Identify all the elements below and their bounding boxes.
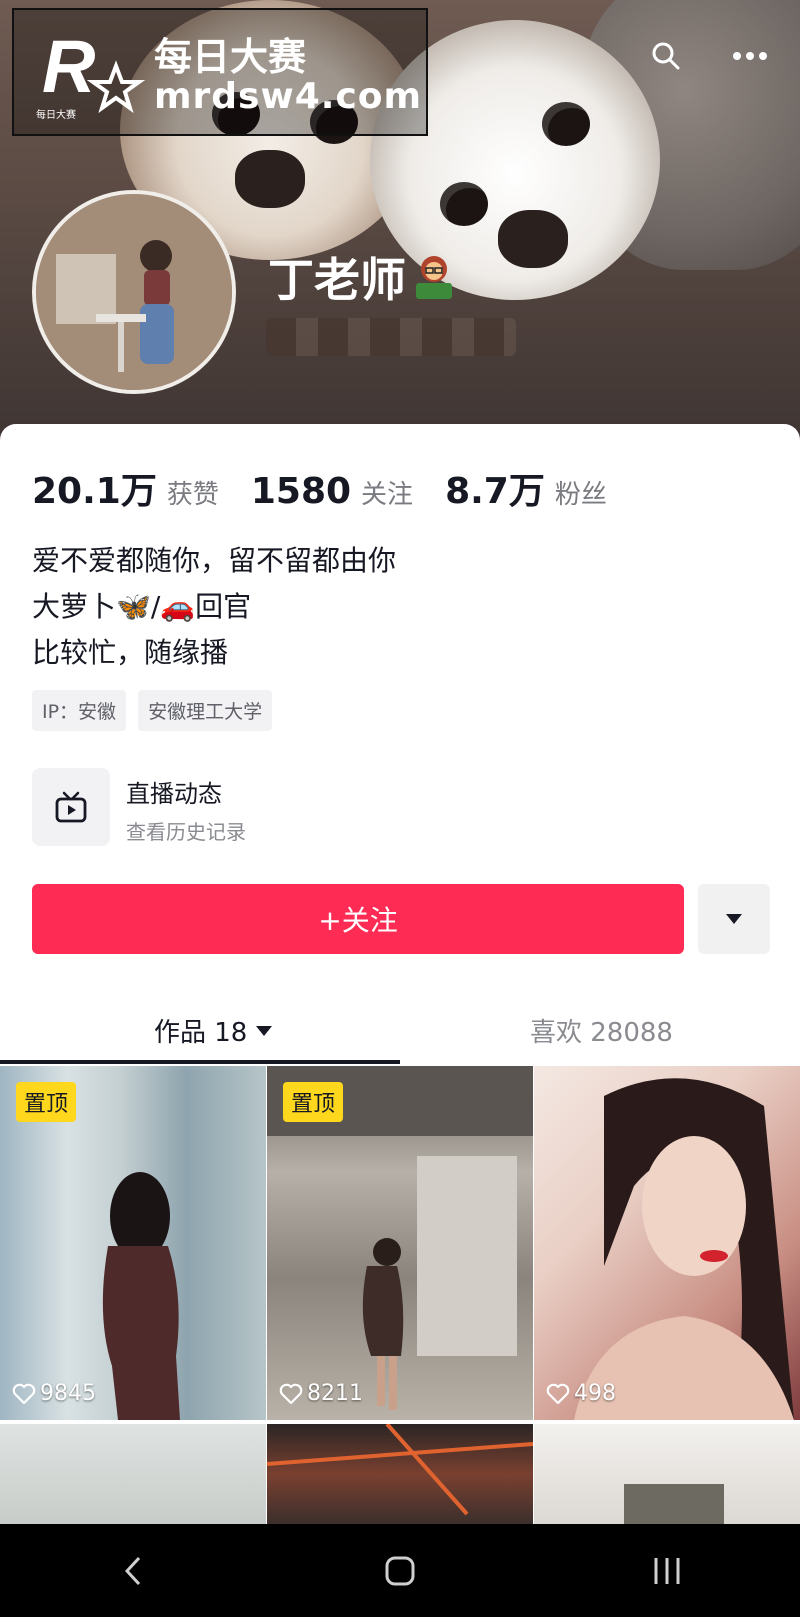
caret-down-icon (256, 1025, 273, 1036)
thumbnail-frame-icon (624, 1484, 724, 1524)
home-button[interactable] (370, 1541, 430, 1601)
avatar[interactable] (32, 190, 236, 394)
video-like-count: 498 (546, 1381, 616, 1406)
avatar-figure-icon (36, 194, 232, 390)
ip-tag: IP：安徽 (32, 690, 127, 731)
caret-down-icon (726, 914, 742, 924)
stat-label: 关注 (361, 480, 414, 510)
watermark-url: mrdsw4.com (154, 76, 423, 117)
profile-name-text: 丁老师 (268, 253, 406, 307)
more-icon (733, 52, 767, 60)
search-icon (652, 42, 680, 70)
thumbnail-lights-icon (267, 1424, 533, 1516)
profile-page: R 每日大赛 每日大赛 mrdsw4.com 丁老师 20.1万 获赞 1580… (0, 0, 800, 1617)
more-options-button[interactable] (730, 36, 770, 76)
tab-likes[interactable]: 喜欢 28088 (530, 1012, 673, 1049)
recents-icon (654, 1557, 680, 1584)
stat-followers[interactable]: 8.7万 粉丝 (445, 462, 607, 514)
live-history-button[interactable] (32, 768, 110, 846)
like-count-text: 9845 (40, 1381, 96, 1406)
top-bar-actions (646, 36, 770, 76)
blurred-subtitle (266, 318, 516, 356)
tab-works-label: 作品 18 (154, 1018, 248, 1048)
pinned-badge: 置顶 (16, 1082, 77, 1122)
recents-button[interactable] (637, 1541, 697, 1601)
bio-line: 比较忙，随缘播 (32, 636, 229, 669)
profile-cover: R 每日大赛 每日大赛 mrdsw4.com 丁老师 (0, 0, 800, 440)
profile-tabs: 作品 18 喜欢 28088 (0, 1000, 800, 1064)
heart-icon (546, 1383, 570, 1404)
stat-value: 1580 (250, 471, 352, 512)
stat-value: 20.1万 (32, 471, 157, 512)
school-tag[interactable]: 安徽理工大学 (138, 690, 273, 731)
bio-line: 大萝卜🦋/🚗回官 (32, 590, 252, 623)
follow-button[interactable]: +关注 (32, 884, 684, 954)
video-thumbnail[interactable] (534, 1424, 800, 1524)
pinned-badge: 置顶 (283, 1082, 344, 1122)
search-button[interactable] (646, 36, 686, 76)
stat-label: 粉丝 (554, 480, 607, 510)
video-thumbnail[interactable]: 498 (534, 1066, 800, 1420)
video-like-count: 9845 (12, 1381, 96, 1406)
tab-likes-label: 喜欢 28088 (530, 1018, 673, 1048)
heart-icon (279, 1383, 303, 1404)
live-tv-icon (55, 791, 87, 823)
video-grid: 置顶 9845 置顶 8211 498 (0, 1066, 800, 1524)
video-thumbnail[interactable] (0, 1424, 266, 1524)
back-button[interactable] (103, 1541, 163, 1601)
video-thumbnail[interactable]: 置顶 9845 (0, 1066, 266, 1420)
watermark: R 每日大赛 每日大赛 mrdsw4.com (12, 8, 428, 136)
live-subtitle: 查看历史记录 (126, 820, 246, 844)
bio-line: 爱不爱都随你，留不留都由你 (32, 544, 397, 577)
watermark-logo-icon: R 每日大赛 (36, 26, 146, 121)
tab-works[interactable]: 作品 18 (154, 1012, 273, 1049)
stat-value: 8.7万 (445, 471, 545, 512)
video-thumbnail[interactable]: 置顶 8211 (267, 1066, 533, 1420)
profile-bio: 爱不爱都随你，留不留都由你 大萝卜🦋/🚗回官 比较忙，随缘播 (32, 538, 396, 676)
like-count-text: 498 (574, 1381, 616, 1406)
watermark-title: 每日大赛 (154, 35, 307, 79)
svg-text:每日大赛: 每日大赛 (36, 108, 76, 121)
system-nav-bar (0, 1524, 800, 1617)
live-title[interactable]: 直播动态 (126, 774, 222, 809)
recommend-toggle-button[interactable] (698, 884, 770, 954)
stat-likes[interactable]: 20.1万 获赞 (32, 462, 219, 514)
profile-stats: 20.1万 获赞 1580 关注 8.7万 粉丝 (32, 462, 619, 514)
video-like-count: 8211 (279, 1381, 363, 1406)
heart-icon (12, 1383, 36, 1404)
thumbnail-figure-icon (574, 1078, 794, 1420)
like-count-text: 8211 (307, 1381, 363, 1406)
teacher-emoji-icon (416, 256, 452, 299)
svg-text:R: R (42, 26, 95, 108)
home-icon (385, 1556, 415, 1585)
stat-following[interactable]: 1580 关注 (251, 471, 413, 512)
stat-label: 获赞 (166, 480, 219, 510)
video-thumbnail[interactable] (267, 1424, 533, 1524)
back-icon (125, 1556, 141, 1585)
profile-name: 丁老师 (268, 244, 456, 310)
active-tab-indicator (0, 1060, 400, 1064)
profile-tags: IP：安徽 安徽理工大学 (32, 690, 273, 731)
